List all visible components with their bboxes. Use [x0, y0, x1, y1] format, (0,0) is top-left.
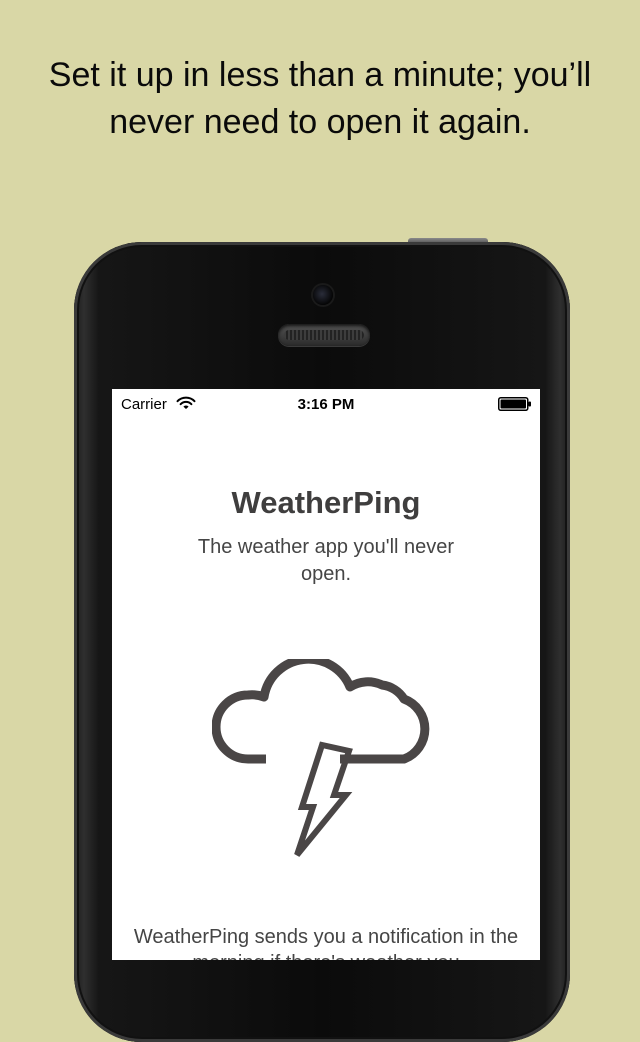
- app-subtitle: The weather app you'll never open.: [197, 536, 455, 585]
- phone-screen: Carrier 3:16 PM WeatherPing The weather …: [112, 389, 540, 960]
- status-time: 3:16 PM: [297, 396, 355, 413]
- earpiece-speaker: [278, 324, 370, 346]
- app-description: WeatherPing sends you a notification in …: [133, 926, 519, 960]
- status-bar: Carrier 3:16 PM: [112, 389, 540, 419]
- battery-icon: [498, 397, 531, 411]
- front-camera: [313, 285, 333, 305]
- app-title: WeatherPing: [231, 485, 421, 520]
- thunderstorm-cloud-icon: [212, 659, 430, 857]
- promo-headline: Set it up in less than a minute; you’ll …: [48, 56, 592, 141]
